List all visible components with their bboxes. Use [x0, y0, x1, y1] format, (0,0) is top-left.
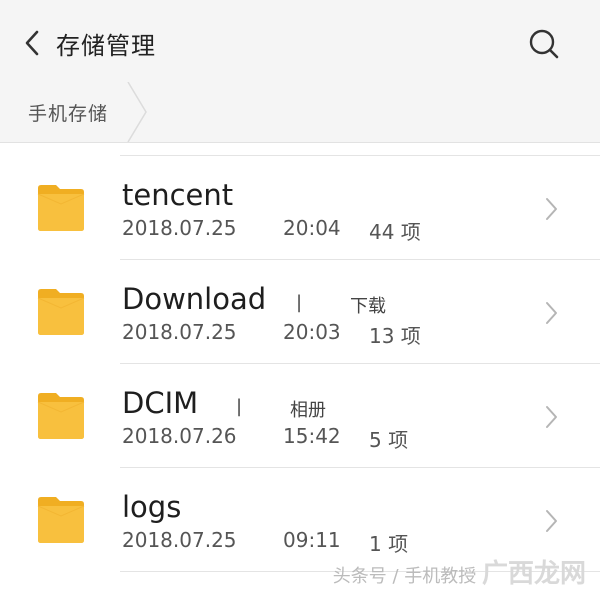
- file-date: 2018.07.25: [122, 320, 237, 344]
- file-time: 20:04: [283, 216, 341, 240]
- file-name: Download: [122, 282, 267, 316]
- file-time: 15:42: [283, 424, 341, 448]
- chevron-right-icon: [546, 406, 557, 428]
- folder-icon: [37, 393, 85, 439]
- file-name-line: DCIM | 相册: [122, 386, 326, 422]
- watermark-source: 头条号 / 手机教授: [332, 566, 477, 587]
- file-count: 5 项: [369, 428, 409, 452]
- watermark: 头条号 / 手机教授 广西龙网: [333, 553, 586, 590]
- file-name: logs: [122, 490, 182, 524]
- alias-separator: |: [236, 396, 243, 417]
- search-icon: [529, 29, 559, 59]
- folder-icon: [37, 497, 85, 543]
- alias-separator: |: [296, 292, 303, 313]
- app-header: 存储管理: [0, 0, 600, 83]
- file-count: 44 项: [369, 220, 421, 244]
- file-time: 20:03: [283, 320, 341, 344]
- chevron-left-icon: [25, 30, 39, 56]
- breadcrumb-label: 手机存储: [28, 103, 109, 125]
- page-title: 存储管理: [56, 32, 156, 60]
- chevron-right-icon: [546, 302, 557, 324]
- file-count: 13 项: [369, 324, 421, 348]
- file-alias: 相册: [290, 400, 326, 421]
- chevron-right-icon: [546, 198, 557, 220]
- file-list: tencent 2018.07.25 20:04 44 项 Download |…: [0, 156, 600, 572]
- file-row-download[interactable]: Download | 下载 2018.07.25 20:03 13 项: [0, 260, 600, 364]
- file-name: tencent: [122, 178, 234, 212]
- search-button[interactable]: [524, 24, 564, 64]
- file-date: 2018.07.26: [122, 424, 237, 448]
- file-name-line: tencent: [122, 178, 233, 214]
- file-alias: 下载: [350, 296, 386, 317]
- file-date: 2018.07.25: [122, 528, 237, 552]
- folder-icon: [37, 289, 85, 335]
- file-name-line: logs: [122, 490, 181, 526]
- file-date: 2018.07.25: [122, 216, 237, 240]
- file-row-tencent[interactable]: tencent 2018.07.25 20:04 44 项: [0, 156, 600, 260]
- file-name-line: Download | 下载: [122, 282, 386, 318]
- watermark-brand: 广西龙网: [481, 559, 586, 589]
- folder-icon: [37, 185, 85, 231]
- breadcrumb-item-phone-storage[interactable]: 手机存储: [0, 82, 152, 142]
- breadcrumb-separator-icon: [127, 82, 147, 142]
- file-row-dcim[interactable]: DCIM | 相册 2018.07.26 15:42 5 项: [0, 364, 600, 468]
- chevron-right-icon: [546, 510, 557, 532]
- file-time: 09:11: [283, 528, 341, 552]
- breadcrumb: 手机存储: [0, 82, 600, 143]
- back-button[interactable]: [18, 26, 48, 60]
- file-name: DCIM: [122, 386, 199, 420]
